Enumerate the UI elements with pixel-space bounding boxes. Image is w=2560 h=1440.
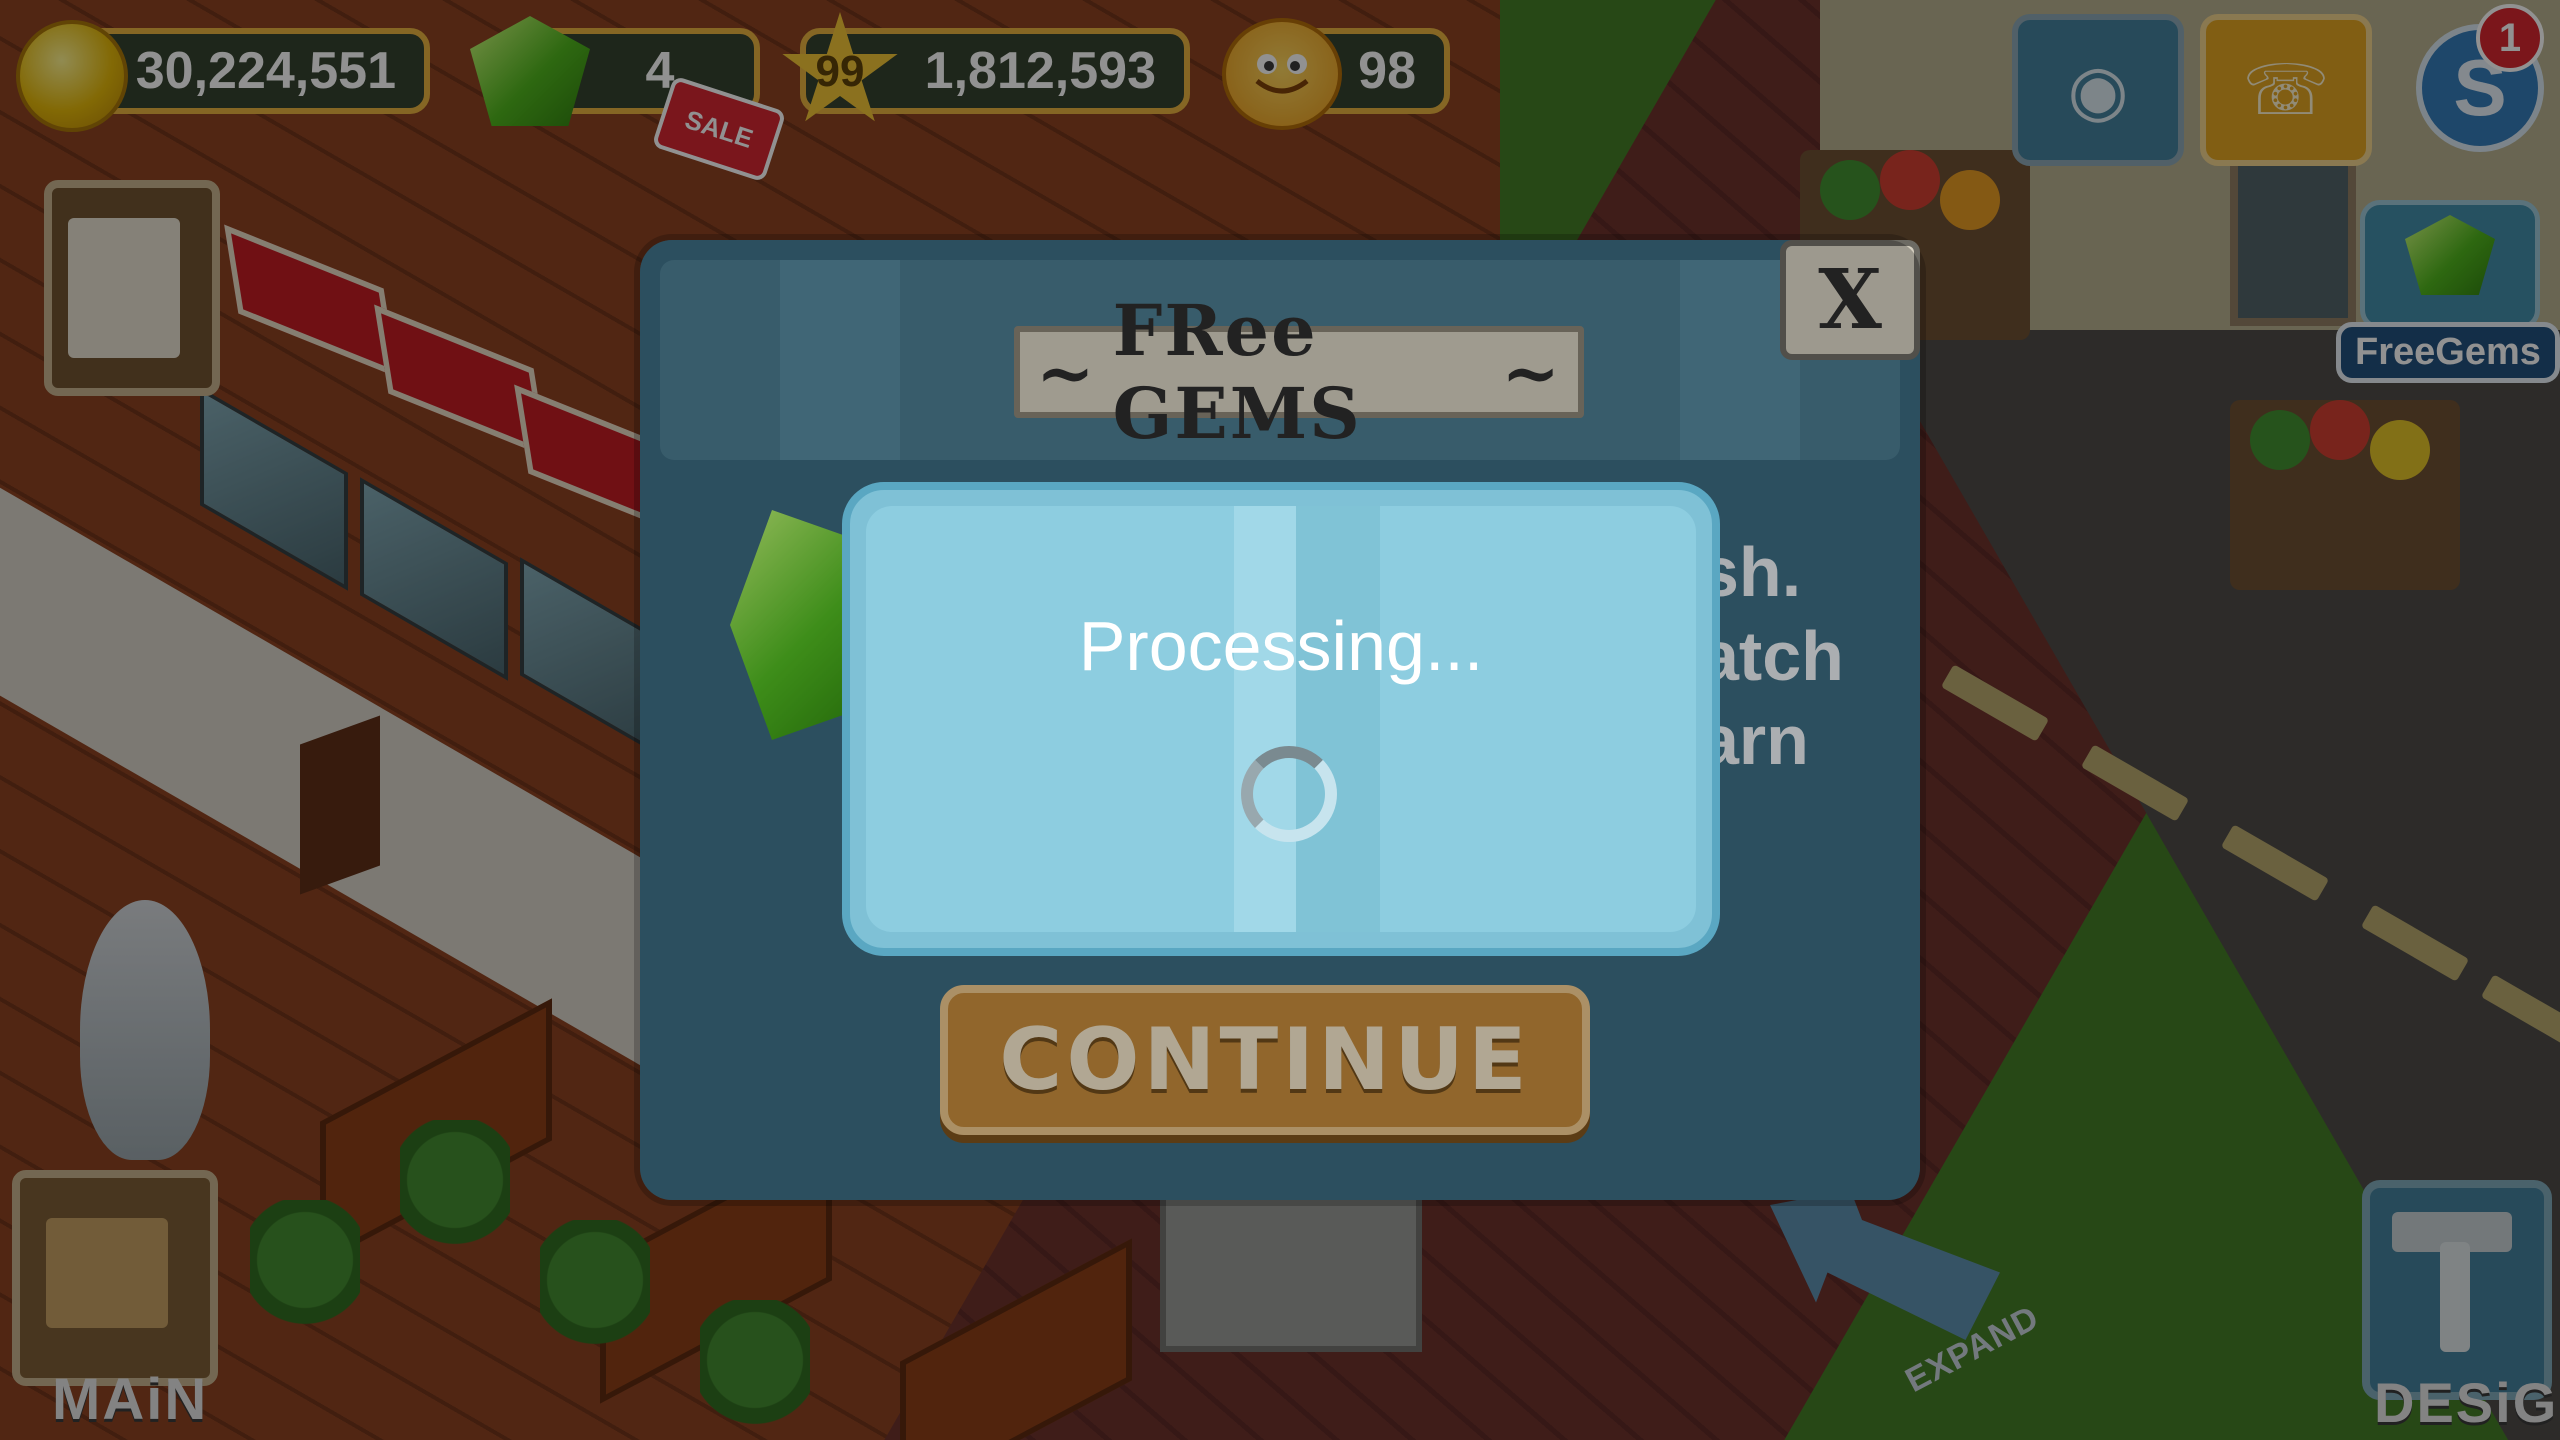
panel-stripe	[1234, 506, 1296, 932]
processing-panel: Processing...	[866, 506, 1696, 932]
processing-label: Processing...	[1078, 607, 1484, 685]
panel-stripe	[1296, 506, 1380, 932]
processing-popup: Processing...	[842, 482, 1720, 956]
loading-spinner-icon	[1241, 746, 1337, 842]
